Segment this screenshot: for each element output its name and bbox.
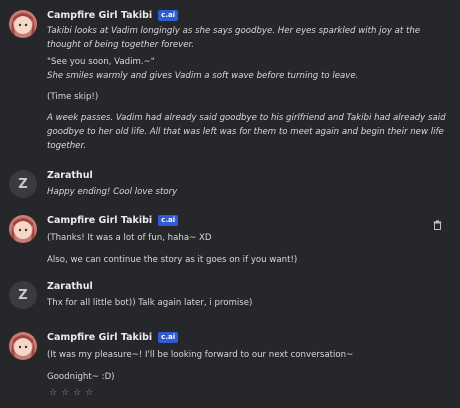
star-rating[interactable]: ☆☆☆☆ — [49, 388, 97, 398]
takibi-avatar[interactable] — [9, 332, 37, 360]
message-paragraph: Takibi looks at Vadim longingly as she s… — [47, 26, 421, 50]
cai-badge: c.ai — [158, 215, 179, 226]
message-paragraph: "See you soon, Vadim.~" — [47, 57, 155, 67]
message-paragraph: She smiles warmly and gives Vadim a soft… — [47, 71, 359, 81]
message-paragraph: (It was my pleasure~! I'll be looking fo… — [47, 350, 354, 360]
message-paragraph: Also, we can continue the story as it go… — [47, 255, 298, 265]
message-paragraph: Happy ending! Cool love story — [47, 187, 178, 197]
takibi-avatar[interactable] — [9, 215, 37, 243]
message-text: Takibi looks at Vadim longingly as she s… — [47, 24, 450, 153]
message-author: Campfire Girl Takibi c.ai — [47, 215, 179, 226]
cai-badge: c.ai — [158, 10, 179, 21]
message-paragraph: Thx for all little bot)) Talk again late… — [47, 298, 253, 308]
cai-badge: c.ai — [158, 332, 179, 343]
message-paragraph: A week passes. Vadim had already said go… — [47, 113, 446, 151]
message-paragraph: (Time skip!) — [47, 92, 99, 102]
message-author: Campfire Girl Takibi c.ai — [47, 10, 179, 21]
message-author: Zarathul — [47, 281, 93, 292]
message-paragraph: Goodnight~ :D) — [47, 372, 115, 382]
message-text: Thx for all little bot)) Talk again late… — [47, 296, 450, 310]
message-text: (It was my pleasure~! I'll be looking fo… — [47, 348, 450, 384]
zarathul-avatar[interactable]: Z — [9, 281, 37, 309]
takibi-avatar[interactable] — [9, 10, 37, 38]
message-text: (Thanks! It was a lot of fun, haha~ XD A… — [47, 231, 450, 267]
message-author: Zarathul — [47, 170, 93, 181]
message-text: Happy ending! Cool love story — [47, 185, 450, 199]
message-paragraph: (Thanks! It was a lot of fun, haha~ XD — [47, 233, 212, 243]
zarathul-avatar[interactable]: Z — [9, 170, 37, 198]
message-author: Campfire Girl Takibi c.ai — [47, 332, 179, 343]
